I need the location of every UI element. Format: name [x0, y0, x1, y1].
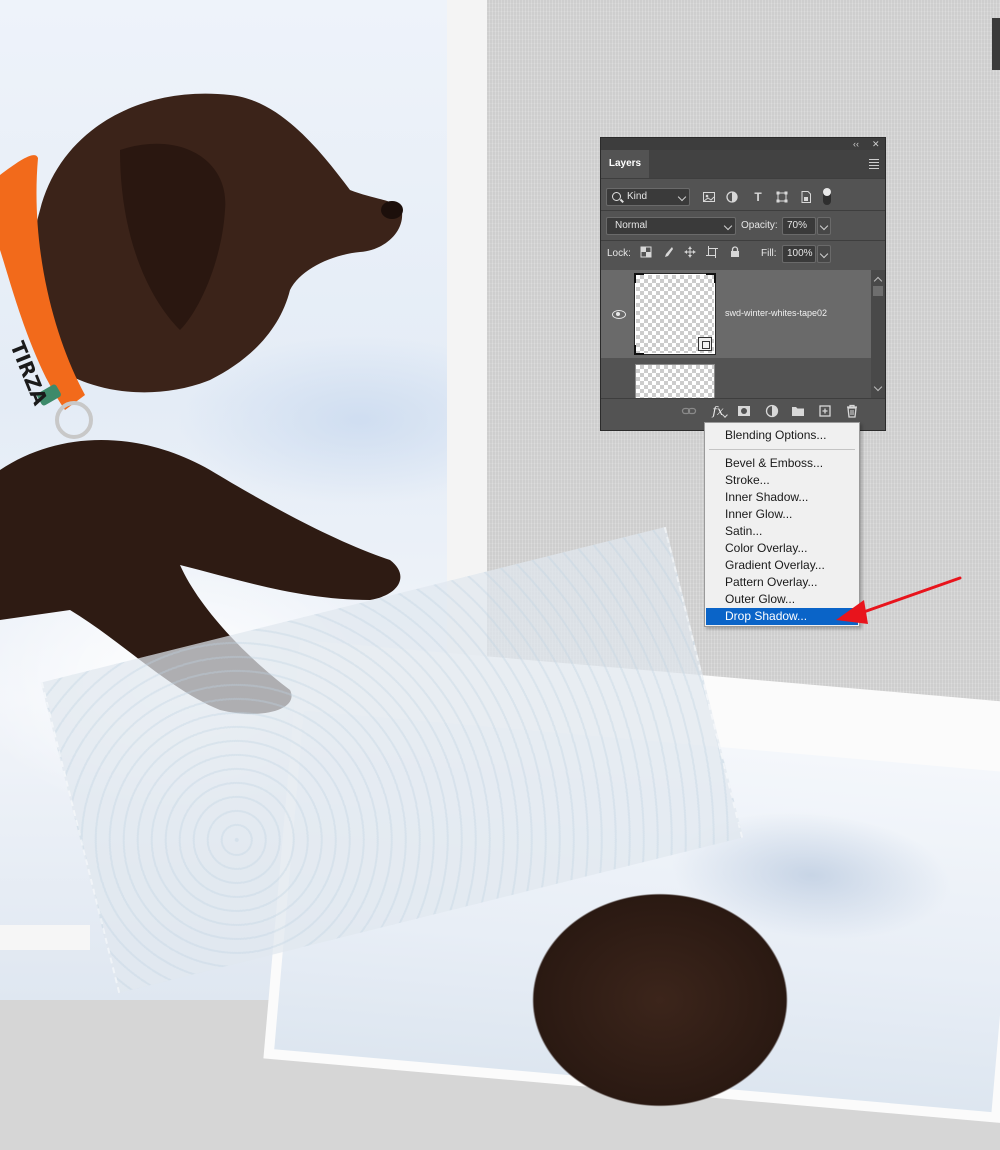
divider	[601, 240, 885, 241]
opacity-label: Opacity:	[741, 220, 778, 231]
lock-label: Lock:	[607, 248, 631, 259]
selection-corner	[634, 273, 644, 283]
menu-item-color-overlay[interactable]: Color Overlay...	[706, 540, 858, 557]
selection-corner	[706, 273, 716, 283]
shape-filter-icon[interactable]	[775, 190, 789, 204]
panel-tab-row: Layers	[601, 150, 885, 178]
filter-kind-select[interactable]: Kind	[606, 188, 690, 206]
layers-bottom-toolbar: fx	[601, 398, 885, 423]
filter-row: Kind T	[601, 188, 885, 208]
scroll-thumb[interactable]	[873, 286, 883, 296]
fx-icon[interactable]: fx	[709, 402, 727, 420]
layer-thumbnail[interactable]	[635, 364, 715, 398]
fill-field[interactable]: 100%	[782, 245, 816, 263]
panel-topbar: ‹‹ ✕	[601, 138, 885, 150]
red-arrow-annotation	[836, 576, 962, 624]
menu-item-inner-shadow[interactable]: Inner Shadow...	[706, 489, 858, 506]
divider	[601, 178, 885, 179]
folder-icon[interactable]	[790, 403, 806, 419]
trash-icon[interactable]	[844, 403, 860, 419]
pixel-filter-icon[interactable]	[702, 190, 716, 204]
frame-strip	[0, 925, 90, 950]
panel-menu-icon[interactable]	[869, 159, 879, 169]
layer-name[interactable]: swd-winter-whites-tape02	[725, 308, 827, 318]
panel-dock-tab[interactable]	[992, 18, 1000, 70]
fill-label: Fill:	[761, 248, 777, 259]
blend-mode-select[interactable]: Normal	[606, 217, 736, 235]
collapse-panel-icon[interactable]: ‹‹	[853, 138, 859, 150]
divider	[601, 210, 885, 211]
smart-object-badge-icon	[698, 337, 712, 351]
menu-item-blending-options[interactable]: Blending Options...	[706, 427, 858, 444]
new-layer-icon[interactable]	[817, 403, 833, 419]
close-panel-icon[interactable]: ✕	[872, 138, 880, 150]
layers-list: swd-winter-whites-tape02	[601, 270, 885, 398]
visibility-eye-icon[interactable]	[612, 310, 626, 319]
mask-icon[interactable]	[736, 403, 752, 419]
menu-item-inner-glow[interactable]: Inner Glow...	[706, 506, 858, 523]
lock-transparent-pixels-icon[interactable]	[639, 246, 653, 260]
chevron-down-icon	[819, 249, 829, 259]
menu-divider	[709, 449, 855, 450]
adjustment-icon[interactable]	[764, 403, 780, 419]
chevron-down-icon	[723, 221, 733, 231]
smart-object-filter-icon[interactable]	[799, 190, 813, 204]
opacity-slider-toggle[interactable]	[817, 217, 831, 235]
chevron-down-icon	[677, 192, 687, 202]
link-icon[interactable]	[681, 403, 697, 419]
menu-item-bevel-emboss[interactable]: Bevel & Emboss...	[706, 455, 858, 472]
dog-bottom-silhouette	[480, 850, 840, 1150]
filter-kind-label: Kind	[627, 191, 648, 202]
lock-image-pixels-icon[interactable]	[661, 246, 675, 260]
blend-row: Normal Opacity: 70%	[601, 217, 885, 237]
layer-thumbnail[interactable]	[634, 273, 716, 355]
search-icon	[612, 192, 621, 201]
scroll-down-icon[interactable]	[873, 382, 883, 392]
scroll-up-icon[interactable]	[873, 276, 883, 286]
selection-corner	[634, 345, 644, 355]
adjustment-filter-icon[interactable]	[725, 190, 739, 204]
lock-artboard-icon[interactable]	[705, 246, 719, 260]
blend-mode-value: Normal	[615, 220, 648, 231]
lock-all-icon[interactable]	[728, 246, 742, 260]
menu-item-satin[interactable]: Satin...	[706, 523, 858, 540]
chevron-down-icon	[819, 221, 829, 231]
layers-panel: ‹‹ ✕ Layers Kind T Normal Opacity: 70% L…	[600, 137, 886, 431]
layers-scrollbar[interactable]	[871, 270, 885, 398]
tab-layers[interactable]: Layers	[601, 150, 649, 178]
lock-position-icon[interactable]	[683, 246, 697, 260]
lock-row: Lock: Fill: 100%	[601, 245, 885, 265]
type-filter-icon[interactable]: T	[751, 190, 765, 204]
layer-row[interactable]: swd-winter-whites-tape02	[601, 270, 871, 358]
filter-toggle[interactable]	[823, 188, 831, 205]
fill-slider-toggle[interactable]	[817, 245, 831, 263]
menu-item-stroke[interactable]: Stroke...	[706, 472, 858, 489]
opacity-field[interactable]: 70%	[782, 217, 816, 235]
